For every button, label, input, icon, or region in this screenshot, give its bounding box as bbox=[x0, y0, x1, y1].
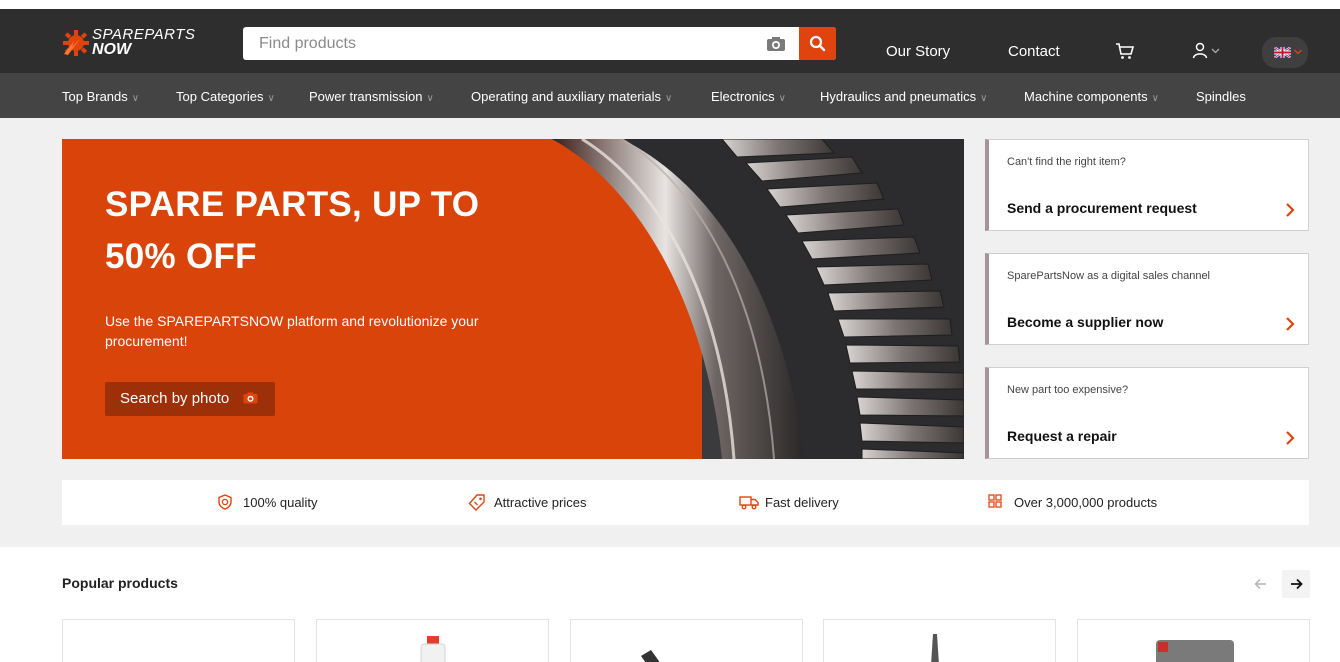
logo[interactable]: SPAREPARTS NOW bbox=[62, 25, 212, 65]
chevron-down-icon: ∨ bbox=[665, 93, 673, 104]
card-title: Send a procurement request bbox=[1007, 200, 1197, 216]
nav-hydraulics[interactable]: Hydraulics and pneumatics ∨ bbox=[820, 89, 987, 104]
usp-label: 100% quality bbox=[243, 495, 318, 510]
card-title: Become a supplier now bbox=[1007, 314, 1164, 330]
nav-spindles[interactable]: Spindles bbox=[1196, 89, 1246, 104]
card-caption: Can't find the right item? bbox=[1007, 156, 1126, 168]
chevron-down-icon bbox=[1294, 49, 1302, 55]
nav-label: Spindles bbox=[1196, 89, 1246, 104]
nav-top-brands[interactable]: Top Brands ∨ bbox=[62, 89, 139, 104]
search-button[interactable] bbox=[799, 27, 836, 60]
hero-banner: SPARE PARTS, UP TO 50% OFF Use the SPARE… bbox=[62, 139, 964, 459]
nav-electronics[interactable]: Electronics ∨ bbox=[711, 89, 786, 104]
nav-label: Top Brands bbox=[62, 89, 128, 104]
search-by-photo-button[interactable]: Search by photo bbox=[105, 382, 275, 416]
usp-quality: 100% quality bbox=[218, 494, 318, 510]
arrow-right-icon[interactable] bbox=[1282, 570, 1310, 598]
product-card[interactable] bbox=[570, 619, 803, 662]
tag-icon bbox=[468, 494, 485, 511]
logo-text-bottom: NOW bbox=[92, 41, 132, 58]
product-card[interactable] bbox=[1077, 619, 1310, 662]
usp-label: Attractive prices bbox=[494, 495, 587, 510]
logo-gear-icon bbox=[63, 30, 89, 56]
nav-label: Power transmission bbox=[309, 89, 423, 104]
product-canister-image bbox=[1156, 640, 1234, 662]
top-header: SPAREPARTS NOW Our Story Contact bbox=[0, 0, 1340, 73]
shield-icon bbox=[218, 494, 232, 510]
product-bottle-image bbox=[420, 636, 446, 662]
truck-icon bbox=[739, 496, 759, 510]
product-card[interactable] bbox=[823, 619, 1056, 662]
uk-flag-icon bbox=[1274, 47, 1291, 58]
grid-icon bbox=[988, 494, 1002, 508]
camera-icon[interactable] bbox=[766, 36, 786, 52]
chevron-down-icon: ∨ bbox=[267, 93, 275, 104]
product-card[interactable] bbox=[316, 619, 549, 662]
nav-label: Operating and auxiliary materials bbox=[471, 89, 662, 104]
chevron-down-icon: ∨ bbox=[426, 93, 434, 104]
our-story-link[interactable]: Our Story bbox=[886, 43, 950, 60]
chevron-right-icon bbox=[1286, 203, 1295, 217]
usp-label: Fast delivery bbox=[765, 495, 839, 510]
become-supplier-card[interactable]: SparePartsNow as a digital sales channel… bbox=[985, 253, 1309, 345]
product-tool-image bbox=[641, 650, 660, 662]
nav-operating-materials[interactable]: Operating and auxiliary materials ∨ bbox=[471, 89, 672, 104]
button-label: Search by photo bbox=[120, 390, 230, 407]
usp-bar: 100% quality Attractive prices Fast deli… bbox=[62, 480, 1309, 525]
card-caption: SparePartsNow as a digital sales channel bbox=[1007, 270, 1211, 282]
popular-products-section: Popular products bbox=[0, 547, 1340, 662]
nav-label: Top Categories bbox=[176, 89, 264, 104]
hero-title: SPARE PARTS, UP TO 50% OFF bbox=[105, 185, 480, 276]
chevron-right-icon bbox=[1286, 317, 1295, 331]
hero-subtitle: Use the SPAREPARTSNOW platform and revol… bbox=[105, 313, 479, 349]
chevron-down-icon: ∨ bbox=[778, 93, 786, 104]
chevron-right-icon bbox=[1286, 431, 1295, 445]
nav-machine-components[interactable]: Machine components ∨ bbox=[1024, 89, 1159, 104]
nav-power-transmission[interactable]: Power transmission ∨ bbox=[309, 89, 434, 104]
card-title: Request a repair bbox=[1007, 428, 1117, 444]
nav-label: Electronics bbox=[711, 89, 775, 104]
section-title: Popular products bbox=[62, 575, 178, 591]
cart-icon[interactable] bbox=[1115, 42, 1135, 60]
chevron-down-icon: ∨ bbox=[1151, 93, 1159, 104]
arrow-left-icon[interactable] bbox=[1247, 570, 1275, 598]
search-icon bbox=[809, 35, 826, 52]
usp-label: Over 3,000,000 products bbox=[1014, 495, 1158, 510]
user-icon[interactable] bbox=[1192, 42, 1224, 60]
search-input[interactable] bbox=[243, 27, 763, 60]
usp-products: Over 3,000,000 products bbox=[988, 494, 1158, 510]
usp-delivery: Fast delivery bbox=[739, 495, 839, 510]
usp-prices: Attractive prices bbox=[468, 494, 587, 511]
language-selector[interactable] bbox=[1262, 37, 1308, 68]
search-bar bbox=[243, 27, 836, 60]
procurement-request-card[interactable]: Can't find the right item? Send a procur… bbox=[985, 139, 1309, 231]
product-spindle-image bbox=[931, 634, 939, 662]
request-repair-card[interactable]: New part too expensive? Request a repair bbox=[985, 367, 1309, 459]
nav-top-categories[interactable]: Top Categories ∨ bbox=[176, 89, 275, 104]
chevron-down-icon: ∨ bbox=[980, 93, 988, 104]
camera-icon bbox=[243, 392, 258, 404]
card-caption: New part too expensive? bbox=[1007, 384, 1129, 396]
contact-link[interactable]: Contact bbox=[1008, 43, 1060, 60]
nav-label: Machine components bbox=[1024, 89, 1148, 104]
category-nav: Top Brands ∨ Top Categories ∨ Power transm… bbox=[0, 73, 1340, 118]
chevron-down-icon: ∨ bbox=[131, 93, 140, 104]
product-card[interactable] bbox=[62, 619, 295, 662]
nav-label: Hydraulics and pneumatics bbox=[820, 89, 977, 104]
